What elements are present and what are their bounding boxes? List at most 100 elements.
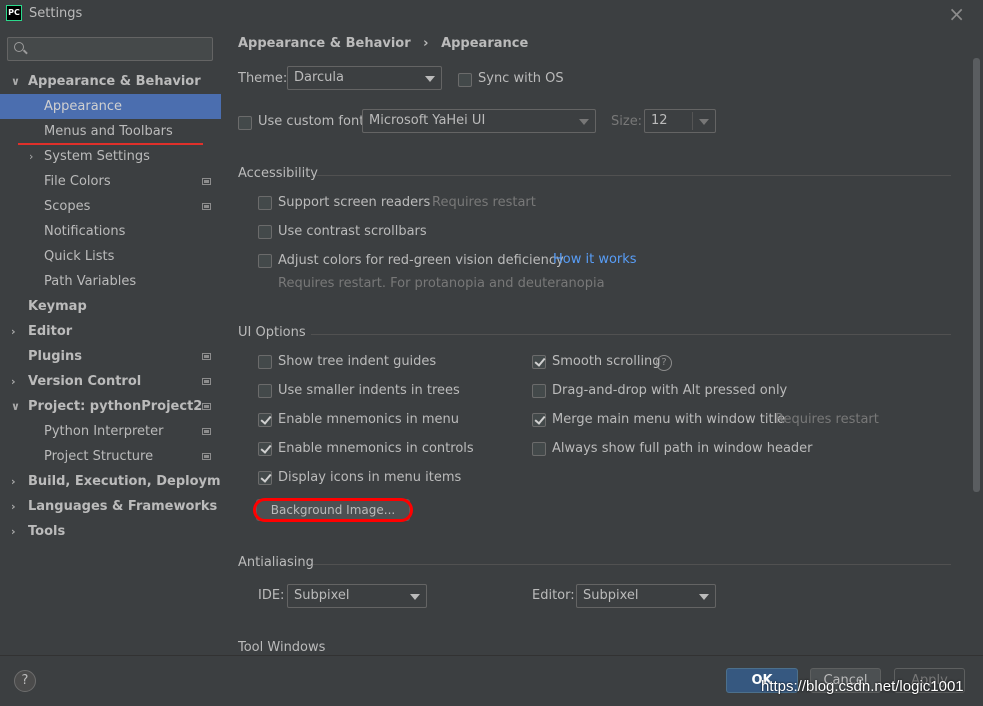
- chevron-down-icon: [579, 119, 589, 125]
- section-title-accessibility: Accessibility: [238, 166, 318, 181]
- deficiency-note: Requires restart. For protanopia and deu…: [278, 276, 605, 291]
- sidebar-item-keymap[interactable]: Keymap: [0, 294, 221, 319]
- theme-label: Theme:: [238, 71, 288, 86]
- red-annotation-circle: [253, 498, 413, 522]
- font-family-select[interactable]: Microsoft YaHei UI: [362, 109, 596, 133]
- sidebar-item-build-execution[interactable]: › Build, Execution, Deployment: [0, 469, 245, 494]
- custom-font-label: Use custom font:: [258, 114, 369, 129]
- option-label: Display icons in menu items: [278, 470, 462, 485]
- color-deficiency-label: Adjust colors for red-green vision defic…: [278, 253, 564, 268]
- title-bar: PC Settings ×: [0, 0, 983, 28]
- smaller-indents-checkbox[interactable]: [258, 384, 272, 398]
- help-icon[interactable]: ?: [656, 355, 672, 371]
- project-level-icon: [202, 203, 211, 210]
- project-level-icon: [202, 428, 211, 435]
- pycharm-app-icon: PC: [6, 5, 22, 21]
- editor-antialiasing-select[interactable]: Subpixel: [576, 584, 716, 608]
- sidebar-item-languages-frameworks[interactable]: › Languages & Frameworks: [0, 494, 221, 519]
- sidebar-item-notifications[interactable]: Notifications: [0, 219, 221, 244]
- option-label: Enable mnemonics in controls: [278, 441, 474, 456]
- sync-os-label: Sync with OS: [478, 71, 564, 86]
- project-level-icon: [202, 378, 211, 385]
- scrollbar[interactable]: [973, 58, 980, 492]
- sidebar-item-project[interactable]: ∨ Project: pythonProject2: [0, 394, 221, 419]
- sidebar-item-file-colors[interactable]: File Colors: [0, 169, 221, 194]
- divider: [313, 564, 951, 565]
- sidebar-item-appearance-behavior[interactable]: ∨ Appearance & Behavior: [0, 69, 221, 94]
- chevron-down-icon: [699, 119, 709, 125]
- section-title-antialiasing: Antialiasing: [238, 555, 314, 570]
- color-deficiency-checkbox[interactable]: [258, 254, 272, 268]
- theme-select[interactable]: Darcula: [287, 66, 442, 90]
- sync-os-checkbox[interactable]: [458, 73, 472, 87]
- screen-readers-label: Support screen readers: [278, 195, 431, 210]
- sidebar-item-project-structure[interactable]: Project Structure: [0, 444, 221, 469]
- settings-sidebar: ∨ Appearance & Behavior Appearance Menus…: [0, 28, 245, 655]
- sidebar-item-editor[interactable]: › Editor: [0, 319, 221, 344]
- ide-antialiasing-select[interactable]: Subpixel: [287, 584, 427, 608]
- editor-aa-label: Editor:: [532, 588, 575, 603]
- sidebar-item-quick-lists[interactable]: Quick Lists: [0, 244, 221, 269]
- full-path-checkbox[interactable]: [532, 442, 546, 456]
- chevron-right-icon[interactable]: ›: [29, 144, 33, 169]
- contrast-scrollbars-label: Use contrast scrollbars: [278, 224, 427, 239]
- custom-font-checkbox[interactable]: [238, 116, 252, 130]
- project-level-icon: [202, 453, 211, 460]
- chevron-down-icon: [425, 76, 435, 82]
- chevron-right-icon[interactable]: ›: [11, 494, 16, 519]
- chevron-right-icon[interactable]: ›: [11, 469, 16, 494]
- sidebar-item-tools[interactable]: › Tools: [0, 519, 221, 544]
- project-level-icon: [202, 403, 211, 410]
- ide-aa-label: IDE:: [258, 588, 285, 603]
- option-label: Enable mnemonics in menu: [278, 412, 459, 427]
- settings-content: Appearance & Behavior › Appearance Theme…: [221, 28, 983, 655]
- screen-readers-note: Requires restart: [432, 195, 536, 210]
- tree-indent-guides-checkbox[interactable]: [258, 355, 272, 369]
- font-size-select[interactable]: 12: [644, 109, 716, 133]
- breadcrumb: Appearance & Behavior › Appearance: [238, 36, 528, 51]
- chevron-down-icon[interactable]: ∨: [11, 394, 20, 419]
- merge-menu-checkbox[interactable]: [532, 413, 546, 427]
- drag-drop-alt-checkbox[interactable]: [532, 384, 546, 398]
- breadcrumb-parent[interactable]: Appearance & Behavior: [238, 36, 411, 51]
- how-it-works-link[interactable]: How it works: [553, 252, 637, 267]
- divider: [317, 175, 951, 176]
- option-label: Always show full path in window header: [552, 441, 813, 456]
- sidebar-item-scopes[interactable]: Scopes: [0, 194, 221, 219]
- project-level-icon: [202, 353, 211, 360]
- close-icon[interactable]: ×: [948, 2, 965, 26]
- chevron-right-icon[interactable]: ›: [11, 519, 16, 544]
- window-title: Settings: [29, 6, 83, 21]
- mnemonics-menu-checkbox[interactable]: [258, 413, 272, 427]
- breadcrumb-separator: ›: [423, 36, 429, 51]
- divider: [311, 334, 951, 335]
- option-label: Smooth scrolling: [552, 354, 661, 369]
- sidebar-item-menus-toolbars[interactable]: Menus and Toolbars: [0, 119, 221, 144]
- smooth-scrolling-checkbox[interactable]: [532, 355, 546, 369]
- chevron-down-icon: [410, 594, 420, 600]
- search-input[interactable]: [36, 40, 206, 58]
- search-field[interactable]: [7, 37, 213, 61]
- section-title-ui-options: UI Options: [238, 325, 306, 340]
- help-button[interactable]: ?: [14, 670, 36, 692]
- chevron-right-icon[interactable]: ›: [11, 319, 16, 344]
- sidebar-item-system-settings[interactable]: › System Settings: [0, 144, 221, 169]
- sidebar-item-appearance[interactable]: Appearance: [0, 94, 221, 119]
- option-label: Use smaller indents in trees: [278, 383, 460, 398]
- sidebar-item-plugins[interactable]: Plugins: [0, 344, 221, 369]
- screen-readers-checkbox[interactable]: [258, 196, 272, 210]
- sidebar-item-version-control[interactable]: › Version Control: [0, 369, 221, 394]
- sidebar-item-path-variables[interactable]: Path Variables: [0, 269, 221, 294]
- option-label: Drag-and-drop with Alt pressed only: [552, 383, 788, 398]
- icons-menu-items-checkbox[interactable]: [258, 471, 272, 485]
- option-label: Show tree indent guides: [278, 354, 437, 369]
- option-label: Merge main menu with window title: [552, 412, 786, 427]
- mnemonics-controls-checkbox[interactable]: [258, 442, 272, 456]
- chevron-down-icon[interactable]: ∨: [11, 69, 20, 94]
- merge-note: Requires restart: [775, 412, 879, 427]
- contrast-scrollbars-checkbox[interactable]: [258, 225, 272, 239]
- chevron-right-icon[interactable]: ›: [11, 369, 16, 394]
- chevron-down-icon: [699, 594, 709, 600]
- sidebar-item-python-interpreter[interactable]: Python Interpreter: [0, 419, 221, 444]
- watermark-text: https://blog.csdn.net/logic1001: [761, 678, 964, 695]
